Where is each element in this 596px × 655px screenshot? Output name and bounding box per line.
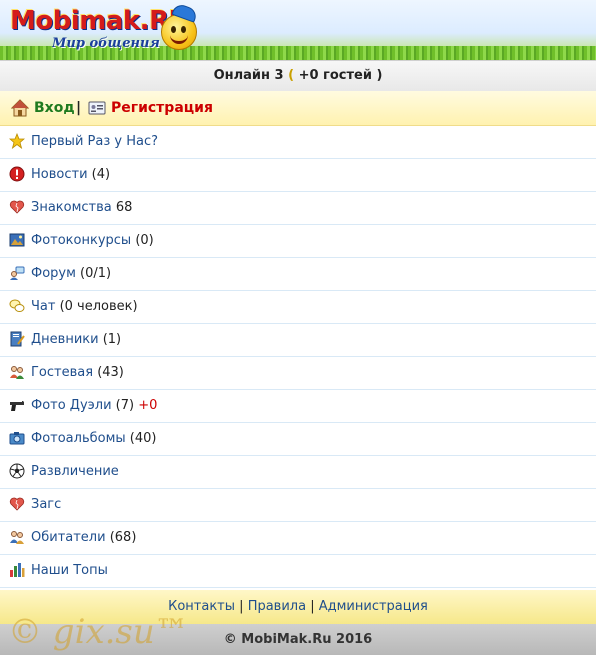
chat-icon xyxy=(9,299,25,312)
menu-item-chat[interactable]: Чат (0 человек) xyxy=(0,291,596,324)
camera-icon xyxy=(9,431,25,444)
menu-item-forum[interactable]: Форум (0/1) xyxy=(0,258,596,291)
menu-item-label: Новости xyxy=(31,167,88,182)
menu-item-entertainment[interactable]: Развличение xyxy=(0,456,596,489)
register-label: Регистрация xyxy=(111,100,213,116)
menu-item-registry[interactable]: Загс xyxy=(0,489,596,522)
menu-item-label: Фотоконкурсы xyxy=(31,233,132,248)
forum-icon xyxy=(10,266,25,280)
auth-separator: | xyxy=(76,100,82,116)
register-link[interactable]: Регистрация xyxy=(88,91,213,125)
guests-icon xyxy=(10,365,24,379)
menu-item-label: Форум xyxy=(31,266,76,281)
menu-item-count: (43) xyxy=(93,365,124,380)
heart-icon xyxy=(9,200,25,214)
heart-icon xyxy=(9,497,25,511)
menu-item-label: Обитатели xyxy=(31,530,106,545)
picture-icon xyxy=(9,233,25,246)
bar-chart-icon xyxy=(10,562,25,577)
rules-link[interactable]: Правила xyxy=(248,599,306,614)
menu-item-label: Наши Топы xyxy=(31,563,108,578)
menu-item-tops[interactable]: Наши Топы xyxy=(0,555,596,588)
menu-item-guestbook[interactable]: Гостевая (43) xyxy=(0,357,596,390)
login-link[interactable]: Вход xyxy=(11,91,75,125)
menu-item-photo-duels[interactable]: Фото Дуэли (7) +0 xyxy=(0,390,596,423)
menu-item-extra: +0 xyxy=(138,398,158,413)
id-card-icon xyxy=(88,101,106,115)
online-counter: Онлайн 3 ( +0 гостей ) xyxy=(0,60,596,92)
menu-item-diaries[interactable]: Дневники (1) xyxy=(0,324,596,357)
menu-item-label: Знакомства xyxy=(31,200,112,215)
notebook-icon xyxy=(10,331,25,346)
menu-item-label: Дневники xyxy=(31,332,99,347)
menu-item-first-time[interactable]: Первый Раз у Нас? xyxy=(0,126,596,159)
contacts-link[interactable]: Контакты xyxy=(168,599,235,614)
menu-item-label: Гостевая xyxy=(31,365,94,380)
online-count: Онлайн 3 xyxy=(213,68,284,83)
admin-link[interactable]: Администрация xyxy=(319,599,428,614)
menu-item-count: (7) xyxy=(111,398,139,413)
menu-item-photo-contests[interactable]: Фотоконкурсы (0) xyxy=(0,225,596,258)
menu-item-residents[interactable]: Обитатели (68) xyxy=(0,522,596,555)
menu-item-count: (4) xyxy=(87,167,111,182)
footer-separator: | xyxy=(235,599,248,614)
menu-item-dating[interactable]: Знакомства 68 xyxy=(0,192,596,225)
menu-item-count: 68 xyxy=(111,200,133,215)
footer-links: Контакты | Правила | Администрация xyxy=(0,590,596,624)
login-label: Вход xyxy=(34,100,75,116)
alert-icon xyxy=(9,166,25,181)
footer-separator: | xyxy=(306,599,319,614)
menu-item-news[interactable]: Новости (4) xyxy=(0,159,596,192)
logo-subtitle: Мир общения xyxy=(52,36,160,51)
menu-item-count: (1) xyxy=(98,332,122,347)
menu-item-count: (68) xyxy=(105,530,137,545)
copyright: © MobiMak.Ru 2016 xyxy=(0,624,596,655)
menu-item-label: Развличение xyxy=(31,464,119,479)
menu-item-label: Загс xyxy=(31,497,62,512)
soccer-ball-icon xyxy=(9,463,25,478)
menu-item-count: (0) xyxy=(131,233,154,248)
people-icon xyxy=(10,530,24,544)
menu-item-photo-albums[interactable]: Фотоальбомы (40) xyxy=(0,423,596,456)
menu-item-label: Первый Раз у Нас? xyxy=(31,134,158,149)
online-guests: +0 гостей xyxy=(294,68,377,83)
menu-item-count: (40) xyxy=(125,431,157,446)
online-paren-close: ) xyxy=(376,68,383,83)
pistol-icon xyxy=(10,400,24,411)
star-icon xyxy=(9,132,25,149)
menu-item-count: (0/1) xyxy=(75,266,112,281)
menu-item-label: Фотоальбомы xyxy=(31,431,126,446)
menu-item-count: (0 человек) xyxy=(55,299,138,314)
site-header: Mobimak.RU Мир общения xyxy=(0,0,596,60)
menu-item-label: Фото Дуэли xyxy=(31,398,112,413)
menu-item-label: Чат xyxy=(31,299,56,314)
auth-bar: Вход | Регистрация xyxy=(0,91,596,126)
home-icon xyxy=(11,99,29,117)
main-menu: Первый Раз у Нас? Новости (4) Знакомства… xyxy=(0,126,596,588)
